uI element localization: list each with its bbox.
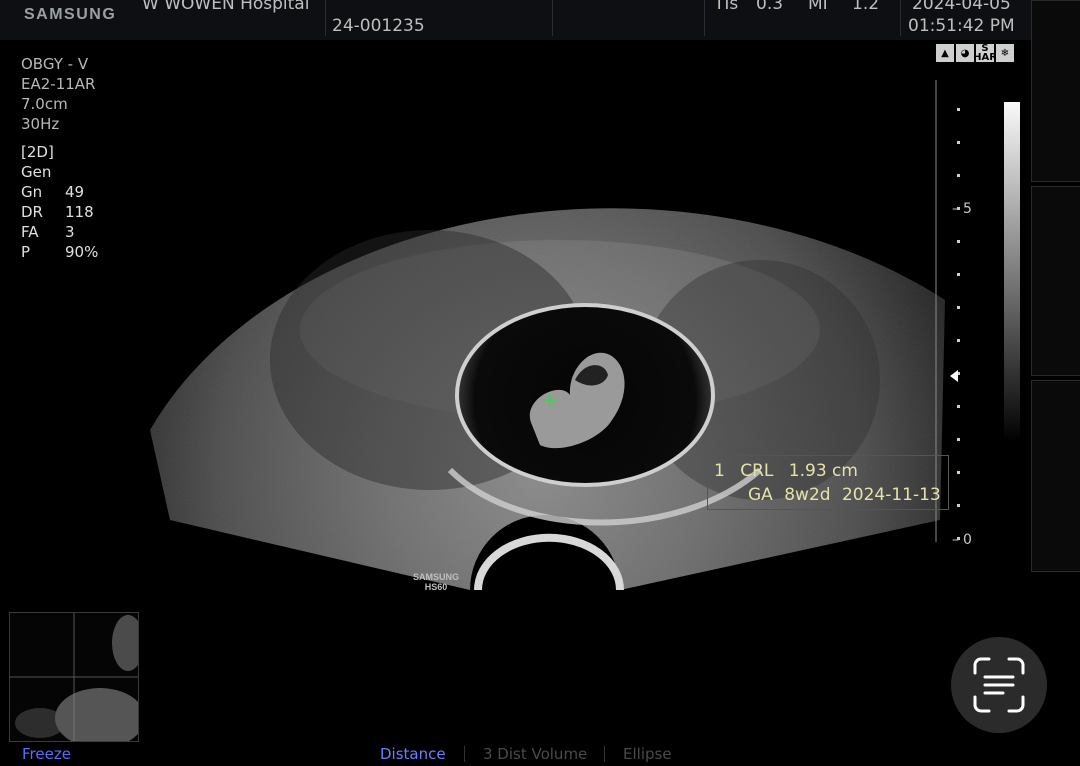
depth-label-5: –5 [952,201,972,217]
measurement-line: 1 CRL 1.93 cm [714,461,858,481]
zoom-preview-image [10,613,145,748]
zoom-preview[interactable] [9,612,145,748]
triangle-icon[interactable]: ▲ [936,44,954,62]
grayscale-bar [1004,102,1020,442]
fetus-icon[interactable]: ◕ [956,44,974,62]
depth-tick [957,240,960,243]
frame-rate: 30Hz [21,115,60,133]
freeze-button[interactable]: Freeze [22,745,71,763]
distance-tool[interactable]: Distance [380,745,446,763]
depth-tick [957,141,960,144]
depth-label-0: –0 [952,532,972,548]
param-row: DR 118 [21,203,94,221]
menu-divider [464,746,465,762]
param-row: P 90% [21,243,99,261]
depth-tick [957,339,960,342]
thumbnail-strip [1031,0,1080,574]
depth-tick [957,306,960,309]
gestational-age-line: GA 8w2d 2024-11-13 [748,485,941,505]
mode-icon-strip: ▲ ◕ S HAR ❄ [936,44,1014,63]
depth-tick [957,108,960,111]
measurement-type: CRL [740,461,774,481]
focus-marker-icon[interactable] [950,370,958,382]
bottom-menu: Freeze Distance 3 Dist Volume Ellipse [0,744,1080,766]
mode-label: [2D] [21,143,54,161]
watermark-brand: SAMSUNG [413,572,459,582]
param-row: Gn 49 [21,183,85,201]
thumbnail[interactable] [1031,380,1080,572]
ga-label: GA [748,485,773,505]
measurement-value: 1.93 cm [788,461,858,481]
watermark-model: HS60 [425,582,448,592]
depth-tick [957,504,960,507]
param-row: FA 3 [21,223,75,241]
measurement-box: 1 CRL 1.93 cm GA 8w2d 2024-11-13 [707,455,949,510]
preset-label: OBGY - V [21,55,89,73]
depth-tick [957,438,960,441]
probe-footprint [474,533,624,591]
thumbnail[interactable] [1031,186,1080,376]
depth-tick [957,273,960,276]
depth-value: 7.0cm [21,95,68,113]
probe-label: EA2-11AR [21,75,96,93]
scan-text-button[interactable] [951,637,1047,733]
frequency-label: Gen [21,163,52,181]
imaging-parameters: OBGY - V EA2-11AR 7.0cm 30Hz [2D] Gen Gn… [21,54,98,262]
depth-tick [957,405,960,408]
depth-tick [957,174,960,177]
menu-divider [604,746,605,762]
depth-tick [957,471,960,474]
harmonic-icon[interactable]: S HAR [973,44,997,63]
ellipse-tool[interactable]: Ellipse [623,745,672,763]
thumbnail[interactable] [1031,0,1080,182]
ga-value: 8w2d [784,485,831,505]
dist-volume-tool[interactable]: 3 Dist Volume [483,745,587,763]
snowflake-icon[interactable]: ❄ [996,44,1014,62]
scan-text-icon [973,657,1025,713]
measurement-index: 1 [714,461,725,481]
ultrasound-image: SAMSUNG HS60 [150,80,960,592]
edd-date: 2024-11-13 [841,485,941,505]
